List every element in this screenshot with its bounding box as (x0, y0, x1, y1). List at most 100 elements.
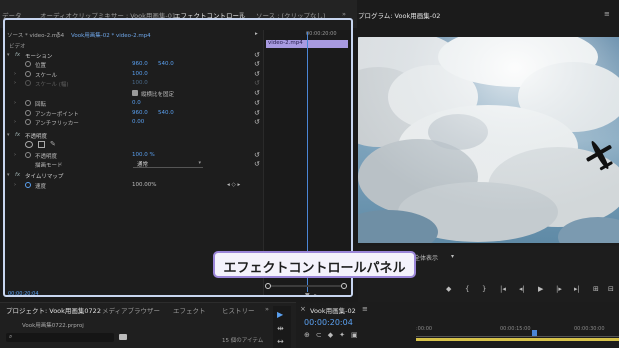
reset-icon[interactable]: ↺ (254, 151, 260, 159)
close-icon[interactable]: × (300, 305, 306, 313)
video-section-label: ビデオ (9, 44, 26, 50)
stopwatch-icon[interactable] (25, 110, 31, 116)
ellipse-mask-icon[interactable] (25, 141, 33, 148)
chevron-right-icon[interactable]: › (14, 152, 16, 158)
tab-menu-icon[interactable]: ≡ (239, 10, 244, 18)
blend-mode-row: 描画モード 通常 ▾ ↺ (5, 160, 263, 169)
reset-icon[interactable]: ↺ (254, 89, 260, 97)
play-icon[interactable]: ▶ (538, 285, 543, 293)
sequence-tool-icons[interactable]: ⊕⊂◆✦▣ (304, 331, 364, 339)
stopwatch-icon[interactable] (25, 119, 31, 125)
timeline-zoom-scrollbar[interactable] (263, 282, 351, 290)
insert-icon[interactable]: ⊞ (593, 285, 599, 293)
speed-value[interactable]: 100.00% (132, 182, 156, 188)
opacity-group-row[interactable]: ▾ fx 不透明度 (5, 131, 263, 140)
add-marker-icon[interactable]: ◆ (446, 285, 451, 293)
tab-media-browser[interactable]: メディアブラウザー (102, 305, 160, 315)
mask-tools-row: ✎ (5, 140, 263, 150)
scale-value[interactable]: 100.0 (132, 71, 148, 77)
pen-mask-icon[interactable]: ✎ (50, 140, 56, 148)
mark-in-icon[interactable]: { (465, 285, 469, 293)
fx-icon[interactable]: fx (15, 132, 20, 138)
program-video-frame (358, 37, 619, 243)
time-remap-group-row[interactable]: ▾ fx タイムリマップ (5, 171, 263, 180)
stopwatch-icon[interactable] (25, 100, 31, 106)
keyframe-navigator[interactable]: ◂ ◇ ▸ (227, 182, 240, 188)
reset-icon[interactable]: ↺ (254, 160, 260, 168)
chevron-down-icon: ▾ (7, 132, 10, 138)
selection-tool-icon[interactable]: ▶ (277, 310, 283, 319)
go-to-out-icon[interactable]: ▸| (574, 285, 580, 293)
rotation-value[interactable]: 0.0 (132, 100, 141, 106)
go-to-in-icon[interactable]: |◂ (500, 285, 506, 293)
stopwatch-icon[interactable] (25, 182, 31, 188)
fit-select[interactable]: 全体表示 (414, 253, 438, 262)
fx-icon[interactable]: fx (15, 52, 20, 58)
callout-text: エフェクトコントロールパネル (223, 261, 406, 276)
menu-icon[interactable]: ≡ (362, 305, 368, 313)
speed-label: 速度 (35, 184, 47, 190)
tab-effects[interactable]: エフェクト (173, 305, 206, 315)
position-y-value[interactable]: 540.0 (158, 61, 174, 67)
stopwatch-icon[interactable] (25, 71, 31, 77)
reset-icon[interactable]: ↺ (254, 109, 260, 117)
expand-panels-icon[interactable]: » (265, 305, 269, 313)
reset-icon[interactable]: ↺ (254, 60, 260, 68)
program-monitor-tab[interactable]: プログラム: Vook用画集-02 (358, 10, 440, 20)
project-search-input[interactable]: ⌕ (6, 333, 114, 342)
current-timecode[interactable]: 00:00:20:04 (8, 291, 39, 295)
anchor-point-label: アンカーポイント (35, 112, 79, 118)
motion-group-row[interactable]: ▾ fx モーション ↺ (5, 51, 263, 60)
source-clip-label[interactable]: ソース * video-2.mp4 (7, 31, 64, 39)
opacity-value[interactable]: 100.0 % (132, 152, 155, 158)
tab-history[interactable]: ヒストリー (222, 305, 255, 315)
time-ruler[interactable] (416, 336, 619, 337)
chevron-right-icon[interactable]: › (14, 71, 16, 77)
reset-icon[interactable]: ↺ (254, 51, 260, 59)
sequence-playhead[interactable] (532, 330, 537, 336)
scrollbar-handle-right[interactable] (341, 283, 347, 289)
anti-flicker-value[interactable]: 0.00 (132, 119, 144, 125)
blend-mode-select[interactable]: 通常 ▾ (133, 160, 203, 168)
scale-width-value: 100.0 (132, 80, 148, 86)
chevron-down-icon: ▾ (198, 160, 201, 166)
tab-project[interactable]: プロジェクト: Vook用画集0722 (6, 305, 101, 315)
uniform-scale-label: 縦横比を固定 (141, 92, 175, 98)
uniform-scale-row: 縦横比を固定 ↺ (5, 89, 263, 98)
scrollbar-handle-left[interactable] (265, 283, 271, 289)
anchor-x-value[interactable]: 960.0 (132, 110, 148, 116)
ripple-edit-tool-icon[interactable]: ↔ (277, 337, 284, 346)
mark-out-icon[interactable]: } (482, 285, 486, 293)
chevron-down-icon[interactable]: ▾ (451, 253, 454, 260)
position-x-value[interactable]: 960.0 (132, 61, 148, 67)
step-back-icon[interactable]: ◂| (519, 285, 525, 293)
sequence-timecode[interactable]: 00:00:20:04 (304, 318, 353, 327)
chevron-right-icon[interactable]: › (14, 119, 16, 125)
clip-label: video-2.mp4 (268, 40, 303, 46)
new-bin-icon[interactable] (119, 334, 127, 340)
sequence-clip-label[interactable]: Vook用画集-02 * video-2.mp4 (71, 31, 151, 39)
expand-panels-icon[interactable]: » (342, 10, 346, 18)
rotation-label: 回転 (35, 102, 47, 108)
anchor-y-value[interactable]: 540.0 (158, 110, 174, 116)
chevron-down-icon[interactable]: ▾ (57, 31, 60, 37)
overwrite-icon[interactable]: ⊟ (608, 285, 614, 293)
chevron-right-icon[interactable]: › (14, 100, 16, 106)
play-icon[interactable]: ▸ (255, 31, 258, 37)
reset-icon[interactable]: ↺ (254, 99, 260, 107)
reset-icon[interactable]: ↺ (254, 118, 260, 126)
track-select-tool-icon[interactable]: ⇹ (277, 324, 284, 333)
position-label: 位置 (35, 63, 47, 69)
uniform-scale-checkbox[interactable] (132, 90, 138, 96)
chevron-right-icon[interactable]: › (14, 182, 16, 188)
step-forward-icon[interactable]: |▸ (556, 285, 562, 293)
filter-icon[interactable]: ▼ ⇥ (305, 292, 317, 295)
menu-icon[interactable]: ≡ (604, 10, 610, 18)
rectangle-mask-icon[interactable] (38, 141, 45, 148)
work-area-bar[interactable] (416, 338, 619, 341)
opacity-group-label: 不透明度 (25, 134, 48, 140)
sequence-tab[interactable]: Vook用画集-02 (310, 305, 356, 315)
reset-icon[interactable]: ↺ (254, 70, 260, 78)
stopwatch-icon[interactable] (25, 61, 31, 67)
stopwatch-icon[interactable] (25, 152, 31, 158)
